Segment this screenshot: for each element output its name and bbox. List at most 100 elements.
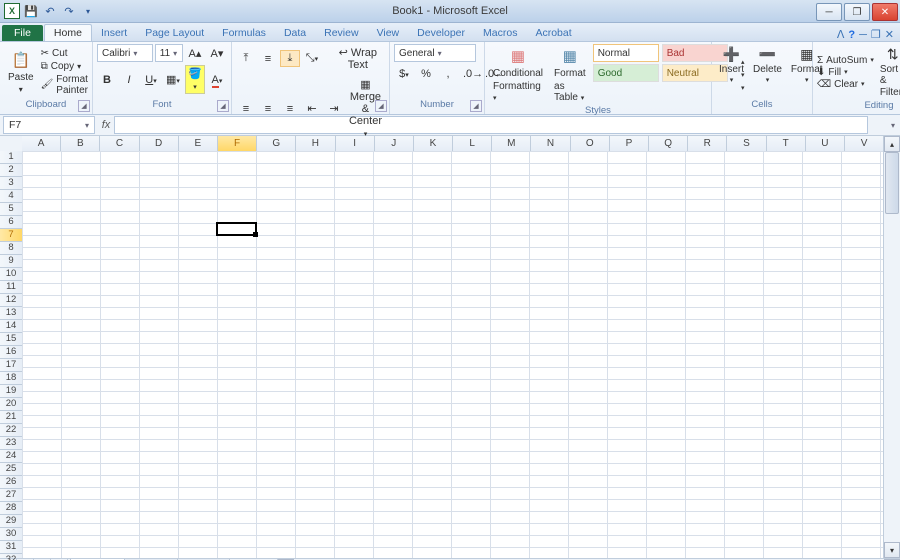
qat-save-button[interactable]: 💾 xyxy=(23,3,39,19)
shrink-font-button[interactable]: A▾ xyxy=(207,45,227,62)
col-header-C[interactable]: C xyxy=(100,136,139,151)
row-header-5[interactable]: 5 xyxy=(0,203,22,216)
insert-tab[interactable]: Insert xyxy=(92,25,136,41)
formula-expand-button[interactable]: ▾ xyxy=(886,121,900,130)
cells-area[interactable] xyxy=(22,151,884,558)
font-color-button[interactable]: A▾ xyxy=(207,72,227,88)
formulas-tab[interactable]: Formulas xyxy=(213,25,275,41)
grow-font-button[interactable]: A▴ xyxy=(185,45,205,62)
col-header-L[interactable]: L xyxy=(453,136,492,151)
col-header-N[interactable]: N xyxy=(531,136,570,151)
developer-tab[interactable]: Developer xyxy=(408,25,474,41)
wrap-text-button[interactable]: ↩ Wrap Text xyxy=(331,44,385,73)
alignment-expand-button[interactable]: ◢ xyxy=(375,100,387,112)
row-header-31[interactable]: 31 xyxy=(0,541,22,554)
fill-color-button[interactable]: 🪣▾ xyxy=(185,65,205,94)
row-header-10[interactable]: 10 xyxy=(0,268,22,281)
decrease-indent-button[interactable]: ⇤ xyxy=(302,100,322,117)
row-header-32[interactable]: 32 xyxy=(0,554,22,560)
font-size-combo[interactable]: 11▾ xyxy=(155,44,183,62)
row-header-1[interactable]: 1 xyxy=(0,151,22,164)
row-header-21[interactable]: 21 xyxy=(0,411,22,424)
col-header-J[interactable]: J xyxy=(375,136,414,151)
window-restore-icon[interactable]: ❐ xyxy=(871,28,881,41)
row-header-22[interactable]: 22 xyxy=(0,424,22,437)
align-right-button[interactable]: ≡ xyxy=(280,101,300,117)
number-expand-button[interactable]: ◢ xyxy=(470,100,482,112)
col-header-M[interactable]: M xyxy=(492,136,531,151)
home-tab[interactable]: Home xyxy=(44,24,92,41)
accounting-format-button[interactable]: $▾ xyxy=(394,66,414,82)
clipboard-expand-button[interactable]: ◢ xyxy=(78,100,90,112)
col-header-R[interactable]: R xyxy=(688,136,727,151)
clear-button[interactable]: ⌫Clear▾ xyxy=(817,79,874,90)
align-left-button[interactable]: ≡ xyxy=(236,101,256,117)
orientation-button[interactable]: ⤡▾ xyxy=(302,50,322,67)
row-header-9[interactable]: 9 xyxy=(0,255,22,268)
file-tab[interactable]: File xyxy=(2,25,43,41)
col-header-F[interactable]: F xyxy=(218,136,257,151)
col-header-H[interactable]: H xyxy=(296,136,335,151)
increase-decimal-button[interactable]: .0→ xyxy=(460,66,480,82)
conditional-formatting-button[interactable]: ▦ConditionalFormatting ▾ xyxy=(489,44,547,105)
bold-button[interactable]: B xyxy=(97,72,117,88)
col-header-O[interactable]: O xyxy=(571,136,610,151)
qat-redo-button[interactable]: ↷ xyxy=(61,3,77,19)
view-tab[interactable]: View xyxy=(368,25,409,41)
col-header-S[interactable]: S xyxy=(727,136,766,151)
fx-button[interactable]: fx xyxy=(98,117,114,133)
increase-indent-button[interactable]: ⇥ xyxy=(324,100,344,117)
qat-customize-button[interactable]: ▾ xyxy=(80,3,96,19)
macros-tab[interactable]: Macros xyxy=(474,25,526,41)
font-expand-button[interactable]: ◢ xyxy=(217,100,229,112)
delete-cells-button[interactable]: ➖Delete▾ xyxy=(750,44,785,99)
insert-cells-button[interactable]: ➕Insert▾ xyxy=(716,44,747,99)
col-header-Q[interactable]: Q xyxy=(649,136,688,151)
align-center-button[interactable]: ≡ xyxy=(258,101,278,117)
row-header-8[interactable]: 8 xyxy=(0,242,22,255)
window-minimize-icon[interactable]: ─ xyxy=(859,29,867,41)
align-middle-button[interactable]: ≡ xyxy=(258,51,278,67)
align-top-button[interactable]: ⤒ xyxy=(236,50,256,67)
minimize-ribbon-button[interactable]: ᐱ xyxy=(837,28,845,41)
row-header-4[interactable]: 4 xyxy=(0,190,22,203)
format-painter-button[interactable]: 🖌Format Painter xyxy=(41,74,88,96)
row-header-19[interactable]: 19 xyxy=(0,385,22,398)
window-close-icon[interactable]: ✕ xyxy=(885,28,894,41)
row-header-23[interactable]: 23 xyxy=(0,437,22,450)
fill-button[interactable]: ⬇Fill▾ xyxy=(817,67,874,78)
format-as-table-button[interactable]: ▦Formatas Table ▾ xyxy=(550,44,590,105)
row-header-27[interactable]: 27 xyxy=(0,489,22,502)
col-header-D[interactable]: D xyxy=(140,136,179,151)
col-header-T[interactable]: T xyxy=(767,136,806,151)
copy-button[interactable]: ⧉Copy▾ xyxy=(41,61,88,72)
restore-button[interactable]: ❐ xyxy=(844,3,870,21)
style-normal[interactable]: Normal xyxy=(593,44,659,62)
col-header-K[interactable]: K xyxy=(414,136,453,151)
row-header-30[interactable]: 30 xyxy=(0,528,22,541)
font-name-combo[interactable]: Calibri▾ xyxy=(97,44,153,62)
col-header-E[interactable]: E xyxy=(179,136,218,151)
italic-button[interactable]: I xyxy=(119,72,139,88)
paste-button[interactable]: 📋 Paste ▾ xyxy=(4,44,38,99)
autosum-button[interactable]: ΣAutoSum▾ xyxy=(817,55,874,66)
minimize-button[interactable]: ─ xyxy=(816,3,842,21)
col-header-G[interactable]: G xyxy=(257,136,296,151)
col-header-I[interactable]: I xyxy=(336,136,375,151)
vscroll-thumb[interactable] xyxy=(885,152,899,214)
row-header-24[interactable]: 24 xyxy=(0,450,22,463)
row-header-14[interactable]: 14 xyxy=(0,320,22,333)
name-box[interactable]: F7▾ xyxy=(3,116,95,134)
row-header-15[interactable]: 15 xyxy=(0,333,22,346)
vertical-scrollbar[interactable]: ▴ ▾ xyxy=(883,136,900,558)
row-header-2[interactable]: 2 xyxy=(0,164,22,177)
scroll-down-button[interactable]: ▾ xyxy=(884,542,900,558)
acrobat-tab[interactable]: Acrobat xyxy=(526,25,580,41)
underline-button[interactable]: U▾ xyxy=(141,72,161,88)
data-tab[interactable]: Data xyxy=(275,25,315,41)
row-header-11[interactable]: 11 xyxy=(0,281,22,294)
formula-bar[interactable] xyxy=(114,116,868,134)
review-tab[interactable]: Review xyxy=(315,25,367,41)
row-header-20[interactable]: 20 xyxy=(0,398,22,411)
row-header-17[interactable]: 17 xyxy=(0,359,22,372)
